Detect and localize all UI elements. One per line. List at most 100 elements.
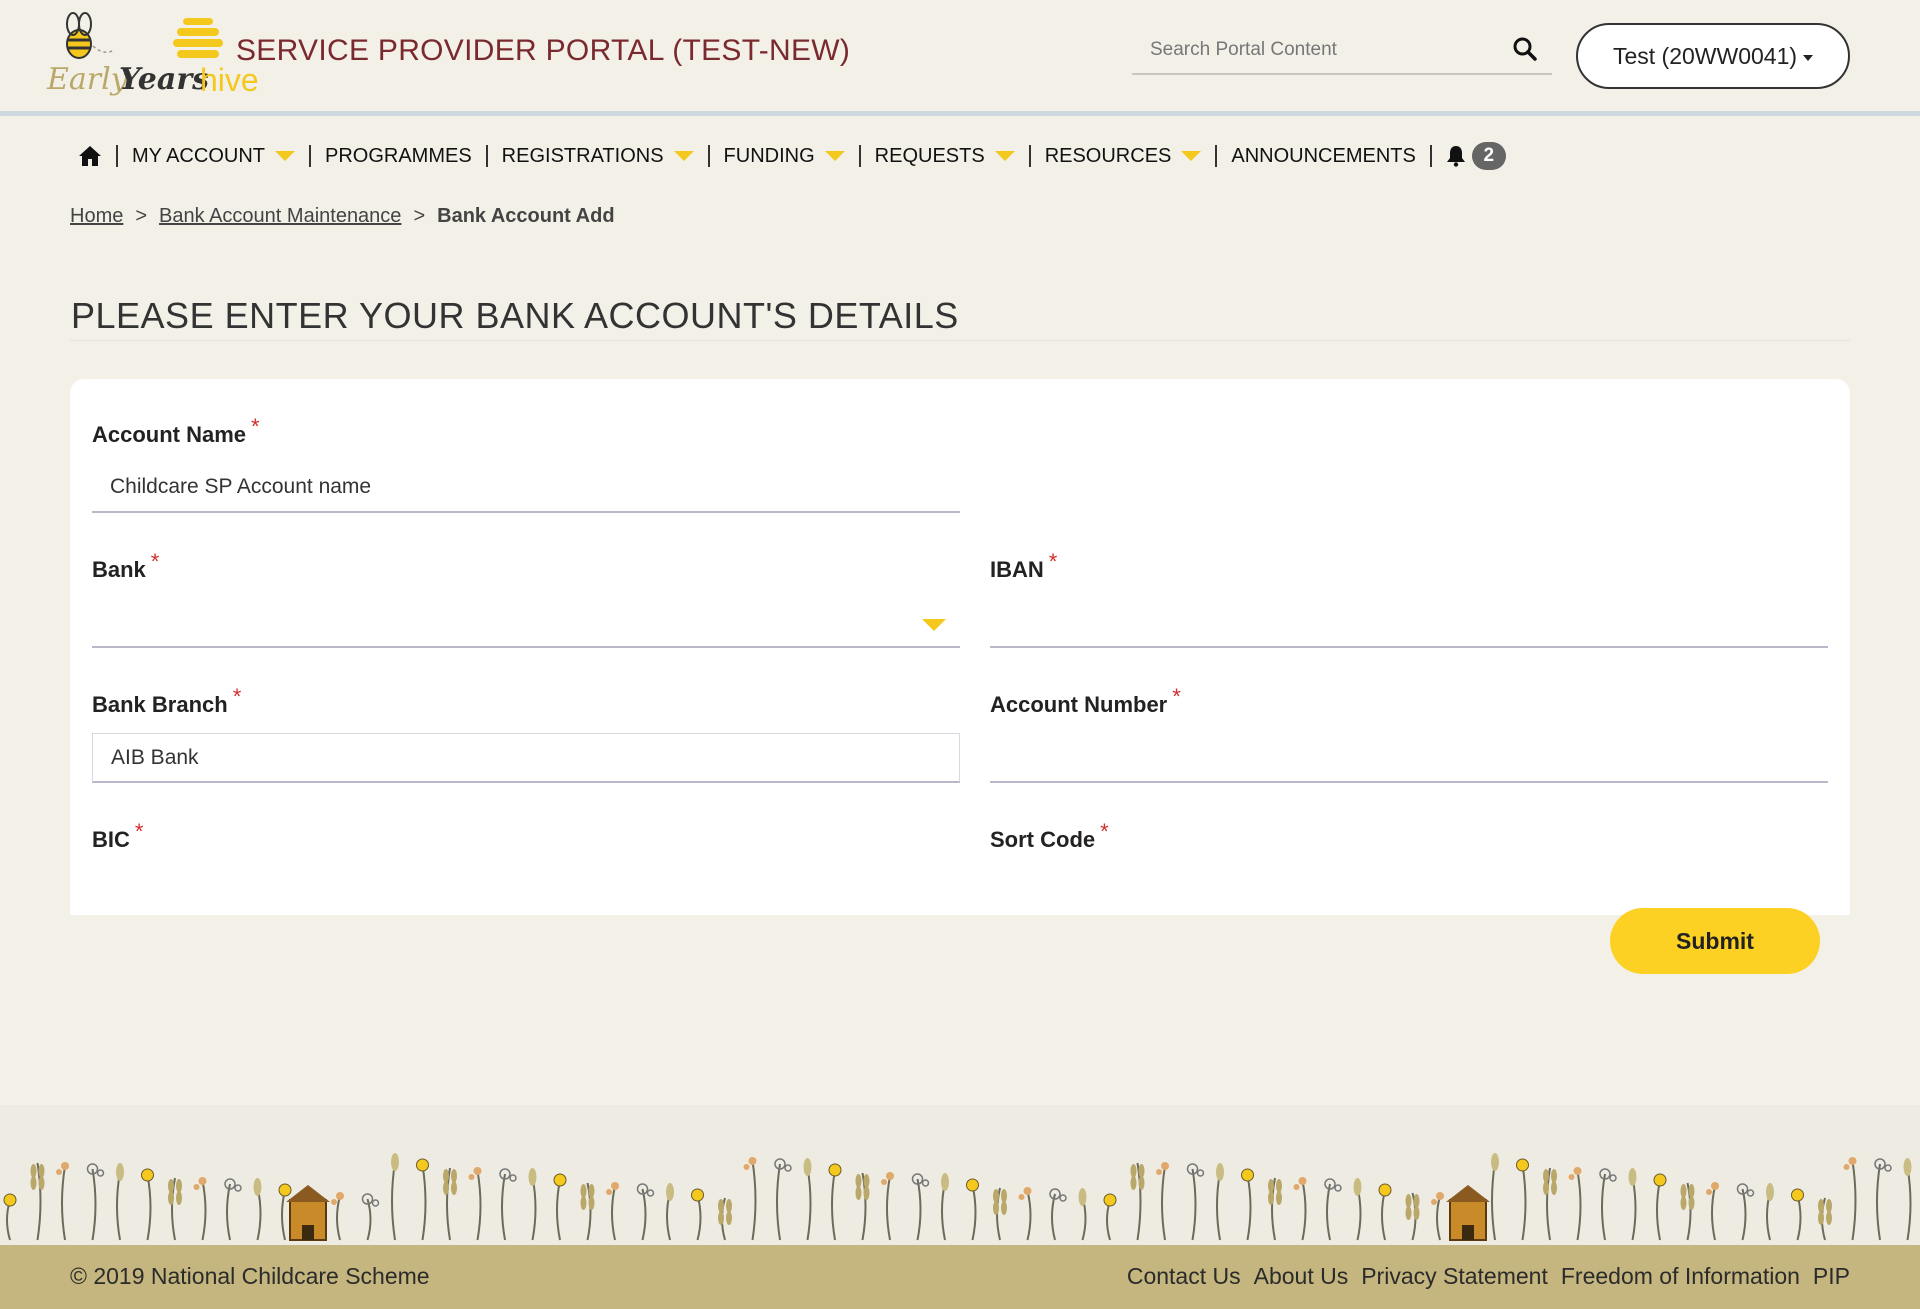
flower-decoration [1130, 1162, 1145, 1241]
nav-notifications[interactable]: 2 [1432, 142, 1520, 170]
flower-decoration [1568, 1167, 1582, 1241]
caret-down-icon [673, 151, 694, 161]
flower-decoration [1353, 1178, 1362, 1241]
account-number-label-text: Account Number [990, 692, 1168, 717]
flower-decoration [803, 1158, 812, 1241]
flower-decoration [666, 1183, 674, 1241]
nav-programmes[interactable]: PROGRAMMES [311, 145, 486, 168]
caret-down-icon [1181, 151, 1202, 161]
sort-code-label: Sort Code * [990, 819, 1109, 853]
breadcrumb-bank-account-maintenance[interactable]: Bank Account Maintenance [159, 205, 401, 228]
search-icon[interactable] [1512, 36, 1538, 62]
flower-decoration [1405, 1192, 1420, 1241]
flower-decoration [1268, 1177, 1282, 1241]
copyright-text: © 2019 National Childcare Scheme [70, 1263, 430, 1289]
flower-decoration [361, 1193, 380, 1241]
submit-button[interactable]: Submit [1610, 908, 1820, 974]
account-number-label: Account Number * [990, 684, 1181, 718]
flower-decoration [1324, 1178, 1342, 1241]
flower-decoration [1186, 1163, 1205, 1241]
breadcrumb-current: Bank Account Add [437, 205, 615, 227]
caret-down-icon [922, 619, 946, 631]
nav-registrations[interactable]: REGISTRATIONS [488, 145, 708, 168]
nav-resources[interactable]: RESOURCES [1031, 145, 1216, 168]
search-box [1132, 30, 1552, 75]
flower-decoration [86, 1163, 105, 1241]
flower-decoration [911, 1173, 930, 1241]
flower-decoration [331, 1192, 344, 1241]
required-marker: * [251, 414, 260, 439]
nav-label: PROGRAMMES [324, 144, 472, 167]
notification-count-badge: 2 [1471, 142, 1506, 170]
logo-word-early: Early [47, 62, 128, 97]
bank-branch-label-text: Bank Branch [92, 692, 228, 717]
nav-home[interactable] [78, 145, 116, 167]
flower-decoration [1241, 1168, 1254, 1241]
footer-link-privacy-statement[interactable]: Privacy Statement [1361, 1263, 1548, 1290]
user-account-dropdown[interactable]: Test (20WW0041) [1576, 23, 1850, 89]
footer-link-pip[interactable]: PIP [1813, 1263, 1850, 1290]
flower-decoration [1378, 1183, 1392, 1241]
flower-decoration [253, 1178, 262, 1241]
flower-meadow-decoration [3, 1153, 1912, 1241]
flower-decoration [1018, 1187, 1032, 1241]
flower-decoration [3, 1193, 17, 1241]
account-name-label: Account Name * [92, 414, 260, 448]
nav-requests[interactable]: REQUESTS [861, 145, 1029, 168]
flower-decoration [468, 1167, 482, 1241]
user-label: Test (20WW0041) [1612, 42, 1798, 69]
flower-decoration [718, 1197, 732, 1241]
bank-select[interactable] [92, 598, 960, 648]
search-input[interactable] [1132, 30, 1502, 70]
site-footer: © 2019 National Childcare Scheme Contact… [0, 1245, 1920, 1309]
flower-decoration [1680, 1182, 1695, 1241]
flower-decoration [56, 1162, 69, 1241]
nav-announcements[interactable]: ANNOUNCEMENTS [1217, 145, 1429, 168]
flower-decoration [528, 1168, 537, 1241]
flower-decoration [1628, 1168, 1637, 1241]
required-marker: * [232, 684, 242, 709]
account-name-input[interactable] [92, 463, 960, 513]
flower-decoration [1843, 1157, 1857, 1241]
flower-decoration [636, 1183, 655, 1241]
beehive-decoration [286, 1185, 330, 1241]
iban-input[interactable] [990, 598, 1828, 648]
early-years-hive-logo[interactable]: Early Years hive [45, 10, 259, 102]
iban-label-text: IBAN [990, 557, 1044, 582]
nav-label: ANNOUNCEMENTS [1231, 144, 1416, 167]
chevron-down-icon [1803, 55, 1814, 61]
footer-link-about-us[interactable]: About Us [1254, 1263, 1349, 1290]
nav-label: REGISTRATIONS [501, 144, 664, 167]
flower-decoration [1874, 1158, 1892, 1241]
flower-decoration [1766, 1183, 1774, 1241]
flower-decoration [855, 1172, 870, 1241]
breadcrumb-home[interactable]: Home [70, 205, 123, 228]
required-marker: * [1048, 549, 1058, 574]
flower-decoration [691, 1188, 704, 1241]
bank-label-text: Bank [92, 557, 146, 582]
flower-decoration [141, 1168, 154, 1241]
bank-branch-label: Bank Branch * [92, 684, 241, 718]
main-nav: MY ACCOUNT PROGRAMMES REGISTRATIONS FUND… [78, 138, 1520, 174]
nav-funding[interactable]: FUNDING [710, 145, 859, 168]
account-number-input[interactable] [990, 733, 1828, 783]
breadcrumb-separator: > [135, 205, 148, 227]
flower-decoration [1599, 1168, 1617, 1241]
flower-decoration [1706, 1182, 1719, 1241]
flower-decoration [1543, 1167, 1557, 1241]
flower-decoration [941, 1173, 949, 1241]
footer-link-freedom-of-information[interactable]: Freedom of Information [1561, 1263, 1800, 1290]
flower-decoration [580, 1182, 595, 1241]
iban-label: IBAN * [990, 549, 1057, 583]
nav-my-account[interactable]: MY ACCOUNT [118, 145, 309, 168]
page-title: PLEASE ENTER YOUR BANK ACCOUNT'S DETAILS [71, 295, 959, 336]
portal-title: SERVICE PROVIDER PORTAL (TEST-NEW) [236, 34, 851, 67]
bank-branch-input[interactable] [92, 733, 960, 783]
flower-decoration [416, 1158, 429, 1241]
footer-link-contact-us[interactable]: Contact Us [1127, 1263, 1241, 1290]
flower-decoration [1818, 1197, 1832, 1241]
home-icon [79, 146, 101, 166]
flower-decoration [828, 1163, 842, 1241]
footer-links: Contact Us About Us Privacy Statement Fr… [1127, 1263, 1850, 1290]
flower-decoration [1903, 1158, 1912, 1241]
